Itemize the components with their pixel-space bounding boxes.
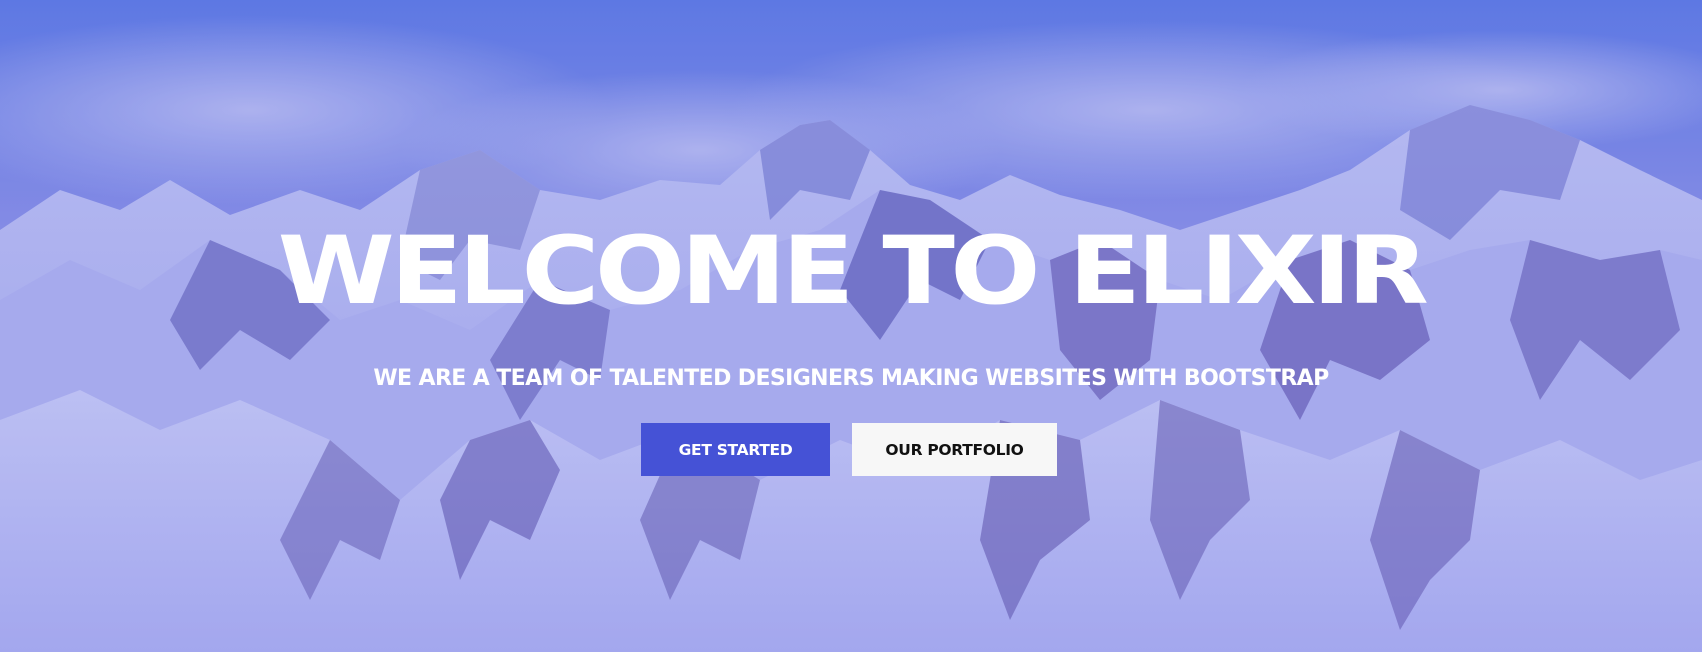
- hero-content: WELCOME TO ELIXIR WE ARE A TEAM OF TALEN…: [0, 0, 1702, 652]
- hero-title: WELCOME TO ELIXIR: [277, 217, 1429, 326]
- our-portfolio-button[interactable]: OUR PORTFOLIO: [852, 423, 1057, 476]
- hero-section: WELCOME TO ELIXIR WE ARE A TEAM OF TALEN…: [0, 0, 1702, 652]
- hero-subtitle: WE ARE A TEAM OF TALENTED DESIGNERS MAKI…: [373, 366, 1329, 391]
- get-started-button[interactable]: GET STARTED: [641, 423, 830, 476]
